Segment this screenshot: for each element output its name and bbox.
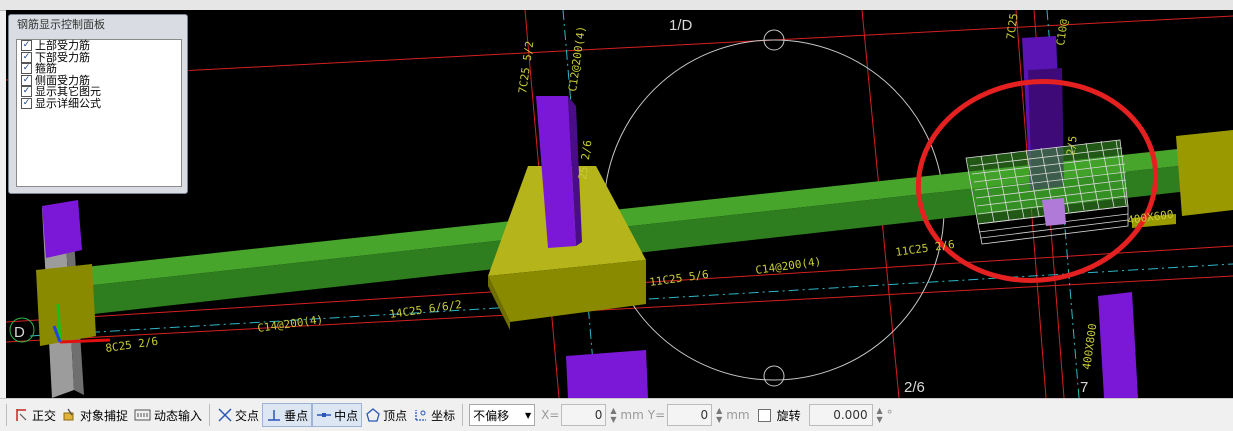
intersection-button[interactable]: 交点 — [214, 404, 262, 426]
vertex-button[interactable]: 顶点 — [362, 404, 410, 426]
spinner-icon[interactable]: ▲ ▼ — [714, 406, 724, 424]
rebar-cage — [965, 139, 1129, 245]
panel-list: ✓ 上部受力筋 ✓ 下部受力筋 ✓ 箍筋 ✓ 侧面受力筋 ✓ 显示其它图元 ✓ 显示详细公式 — [16, 39, 182, 187]
panel-item-top-rebar[interactable]: ✓ 上部受力筋 — [17, 40, 181, 52]
ortho-icon — [16, 409, 27, 421]
annotation-text: 7C25 5/2 — [516, 40, 536, 94]
midpoint-button[interactable]: 中点 — [312, 403, 363, 427]
annotation-text: 14C25 6/6/2 — [389, 298, 463, 321]
axis-label-top: 1/D — [669, 17, 693, 34]
intersection-icon — [218, 408, 232, 422]
coordinate-icon — [415, 410, 427, 421]
axis-label-bottom-mid: 2/6 — [904, 379, 925, 396]
annotation-text: 2/5 — [1064, 135, 1080, 156]
rotate-input[interactable]: 0.000 — [808, 404, 873, 426]
annotation-text: C12@200(4) — [566, 25, 588, 92]
x-unit: mm — [620, 408, 644, 422]
perpendicular-button[interactable]: 垂点 — [262, 403, 313, 427]
ortho-button[interactable]: 正交 — [11, 404, 59, 426]
dynamic-input-button[interactable]: 动态输入 — [131, 404, 205, 426]
perpendicular-icon — [268, 410, 281, 421]
separator — [6, 404, 7, 426]
annotation-text: 8C25 2/6 — [105, 335, 159, 355]
checkbox-checked-icon[interactable]: ✓ — [21, 74, 32, 86]
viewport-drawing: 7C25 5/2 C12@200(4) 25 2/6 11C25 5/6 C14… — [6, 10, 1233, 398]
cad-viewport[interactable]: 7C25 5/2 C12@200(4) 25 2/6 11C25 5/6 C14… — [6, 10, 1233, 398]
annotation-text: C10@ — [1054, 18, 1071, 46]
checkbox-checked-icon[interactable]: ✓ — [21, 63, 32, 75]
snap-magnet-icon — [63, 408, 74, 421]
rebar-display-panel: 钢筋显示控制面板 ✓ 上部受力筋 ✓ 下部受力筋 ✓ 箍筋 ✓ 侧面受力筋 ✓ 显示其它图… — [8, 14, 188, 194]
offset-select[interactable]: 不偏移 ▼ — [469, 404, 536, 426]
dynamic-input-icon — [134, 409, 151, 421]
rotate-checkbox[interactable] — [757, 408, 771, 422]
dropdown-arrow-icon: ▼ — [524, 410, 532, 420]
checkbox-checked-icon[interactable]: ✓ — [21, 40, 32, 52]
vertex-pentagon-icon — [366, 408, 380, 422]
left-column — [36, 200, 96, 398]
x-input[interactable]: 0 — [561, 404, 607, 426]
annotation-text: C14@200(4) — [257, 313, 324, 335]
midpoint-icon — [317, 413, 332, 417]
axis-label-left: D — [14, 324, 25, 341]
spinner-icon[interactable]: ▲ ▼ — [875, 406, 885, 424]
panel-title: 钢筋显示控制面板 — [17, 18, 105, 31]
panel-item-detail-formula[interactable]: ✓ 显示详细公式 — [17, 97, 181, 110]
rotate-label: 旋转 — [776, 408, 801, 423]
annotation-text: 400X800 — [1080, 323, 1099, 371]
panel-item-other-elements[interactable]: ✓ 显示其它图元 — [17, 86, 181, 98]
lower-columns — [566, 292, 1138, 398]
separator — [462, 404, 464, 426]
y-input[interactable]: 0 — [667, 404, 713, 426]
checkbox-checked-icon[interactable]: ✓ — [21, 51, 32, 63]
separator — [209, 404, 211, 426]
annotation-text: 11C25 5/6 — [649, 268, 710, 289]
x-label: X= — [541, 408, 560, 422]
y-unit: mm — [726, 408, 750, 422]
annotation-text: 11C25 2/6 — [895, 238, 956, 259]
degree-unit: ° — [886, 408, 893, 422]
bottom-snap-toolbar: 正交 对象捕捉 动态输入 交点 垂点 中点 顶点 坐标 不偏移 ▼ X= 0 ▲… — [0, 398, 1233, 431]
axis-label-bottom-right: 7 — [1080, 379, 1088, 396]
checkbox-checked-icon[interactable]: ✓ — [21, 97, 32, 109]
coordinate-button[interactable]: 坐标 — [410, 404, 458, 426]
axis-bubble — [763, 365, 785, 387]
y-label: Y= — [647, 408, 666, 422]
panel-item-stirrup[interactable]: ✓ 箍筋 — [17, 63, 181, 75]
spinner-icon[interactable]: ▲ ▼ — [608, 406, 618, 424]
checkbox-checked-icon[interactable]: ✓ — [21, 86, 32, 98]
object-snap-button[interactable]: 对象捕捉 — [59, 404, 131, 426]
